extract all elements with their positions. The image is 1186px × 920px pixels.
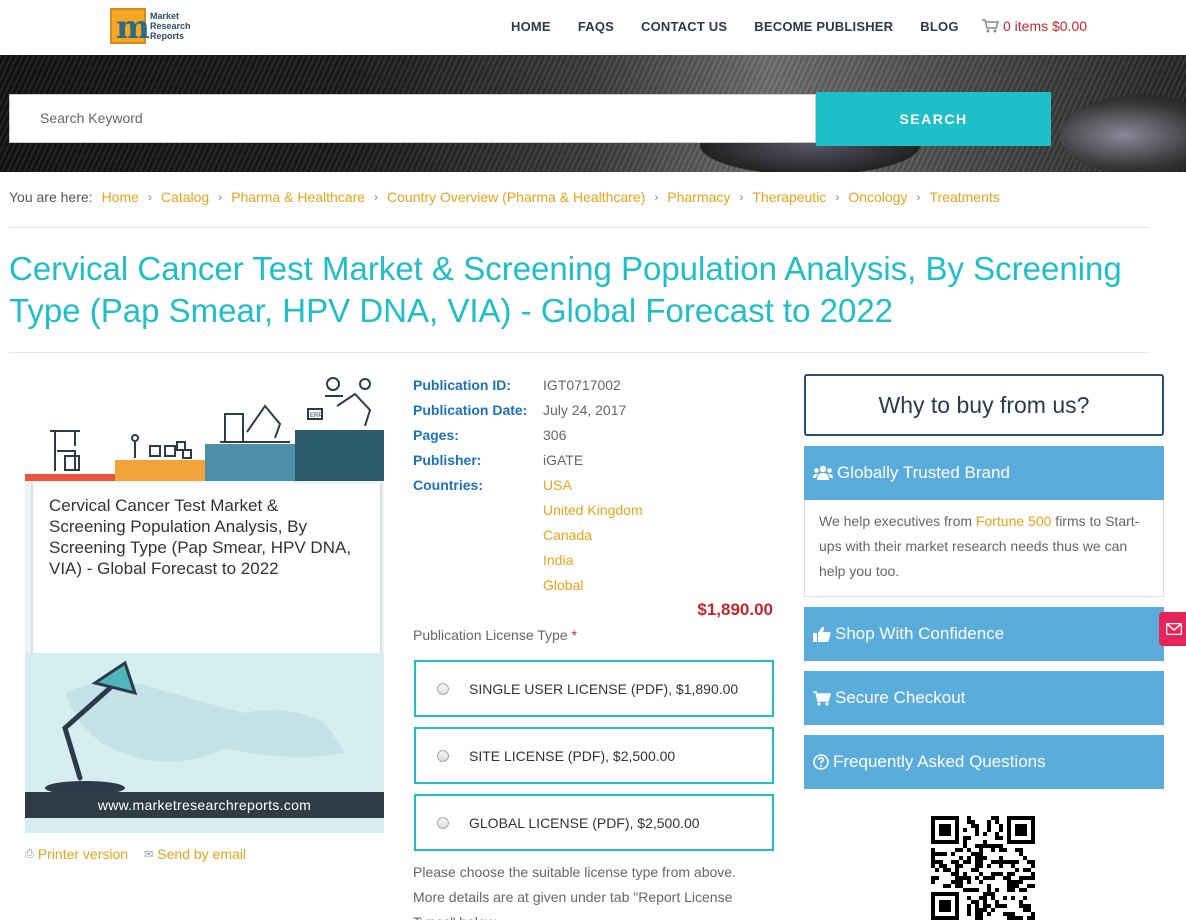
breadcrumb-country-overview[interactable]: Country Overview (Pharma & Healthcare) xyxy=(387,189,645,205)
faq-header[interactable]: Frequently Asked Questions xyxy=(804,735,1164,789)
publication-id: IGT0717002 xyxy=(543,377,621,393)
lamp-illustration xyxy=(45,660,345,795)
logo-text: Market Research Reports xyxy=(150,11,191,41)
cart-summary: 0 items $0.00 xyxy=(1003,18,1088,34)
cover-title-card: Cervical Cancer Test Market & Screening … xyxy=(31,483,382,653)
chevron-right-icon: › xyxy=(147,190,152,204)
envelope-icon xyxy=(1166,623,1182,635)
detail-row: Publication ID: IGT0717002 xyxy=(413,376,773,401)
cover-title: Cervical Cancer Test Market & Screening … xyxy=(49,496,352,578)
breadcrumb-pharmacy[interactable]: Pharmacy xyxy=(667,189,730,205)
chevron-right-icon: › xyxy=(835,190,840,204)
breadcrumb-treatments[interactable]: Treatments xyxy=(929,189,999,205)
country-link-uk[interactable]: United Kingdom xyxy=(543,501,643,526)
search-button[interactable]: SEARCH xyxy=(816,92,1051,146)
breadcrumb-home[interactable]: Home xyxy=(102,189,139,205)
breadcrumb-therapeutic[interactable]: Therapeutic xyxy=(752,189,826,205)
price: $1,890.00 xyxy=(697,600,773,619)
users-icon xyxy=(813,465,833,480)
email-icon: ✉ xyxy=(144,848,154,861)
detail-row: Countries: USA xyxy=(413,476,773,501)
cart-link[interactable]: 0 items $0.00 xyxy=(982,18,1087,34)
qr-code xyxy=(931,816,1037,920)
globally-trusted-brand-header: Globally Trusted Brand xyxy=(804,446,1164,500)
industry-illustration: ERP xyxy=(25,377,384,481)
breadcrumb: You are here: Home › Catalog › Pharma & He… xyxy=(9,189,1000,205)
cover-erp-label: ERP xyxy=(310,413,322,419)
radio-button[interactable] xyxy=(437,682,449,695)
breadcrumb-prefix: You are here: xyxy=(9,189,93,205)
chevron-right-icon: › xyxy=(218,190,223,204)
fortune-500-link[interactable]: Fortune 500 xyxy=(976,513,1052,529)
cart-icon xyxy=(813,690,831,706)
chevron-right-icon: › xyxy=(654,190,659,204)
site-logo[interactable]: m Market Research Reports xyxy=(110,8,192,46)
main-nav: HOME FAQS CONTACT US BECOME PUBLISHER BL… xyxy=(511,19,986,34)
country-link-usa[interactable]: USA xyxy=(543,476,572,501)
chevron-right-icon: › xyxy=(916,190,921,204)
thumbs-up-icon xyxy=(813,626,831,642)
printer-icon: ⎙ xyxy=(25,847,34,860)
report-actions: ⎙ Printer version ✉ Send by email xyxy=(25,846,246,862)
qr-code-graphic xyxy=(931,816,1035,920)
pages-count: 306 xyxy=(543,427,567,443)
question-circle-icon xyxy=(813,754,829,770)
country-link-india[interactable]: India xyxy=(543,551,573,576)
country-link-canada[interactable]: Canada xyxy=(543,526,592,551)
license-option-global[interactable]: GLOBAL LICENSE (PDF), $2,500.00 xyxy=(414,794,774,851)
nav-home[interactable]: HOME xyxy=(511,19,551,34)
contact-mail-tab[interactable] xyxy=(1159,612,1186,646)
why-buy-heading: Why to buy from us? xyxy=(804,374,1164,436)
detail-row: Pages: 306 xyxy=(413,426,773,451)
report-cover-image: ERP Cervical Cancer Test Market & Screen… xyxy=(25,376,384,833)
cart-icon xyxy=(982,19,999,33)
search-input[interactable]: Search Keyword xyxy=(9,94,816,143)
country-link-global[interactable]: Global xyxy=(543,576,583,601)
logo-mark: m xyxy=(110,8,150,46)
license-option-single-user[interactable]: SINGLE USER LICENSE (PDF), $1,890.00 xyxy=(414,660,774,717)
cover-top-illustration: ERP xyxy=(25,376,384,481)
nav-contact-us[interactable]: CONTACT US xyxy=(641,19,727,34)
publication-date: July 24, 2017 xyxy=(543,402,627,418)
breadcrumb-catalog[interactable]: Catalog xyxy=(161,189,209,205)
shop-with-confidence-header[interactable]: Shop With Confidence xyxy=(804,607,1164,661)
site-header: m Market Research Reports HOME FAQS CONT… xyxy=(0,0,1186,55)
detail-row: Publication Date: July 24, 2017 xyxy=(413,401,773,426)
radio-button[interactable] xyxy=(437,816,449,829)
send-by-email-link[interactable]: Send by email xyxy=(157,846,246,862)
breadcrumb-pharma[interactable]: Pharma & Healthcare xyxy=(231,189,365,205)
publication-details: Publication ID: IGT0717002 Publication Da… xyxy=(413,376,773,601)
divider xyxy=(9,352,1149,353)
chevron-right-icon: › xyxy=(374,190,379,204)
chevron-right-icon: › xyxy=(739,190,744,204)
page-title: Cervical Cancer Test Market & Screening … xyxy=(9,250,1122,329)
nav-blog[interactable]: BLOG xyxy=(920,19,958,34)
divider xyxy=(9,227,1149,228)
globally-trusted-brand-text: We help executives from Fortune 500 firm… xyxy=(804,500,1164,597)
nav-become-publisher[interactable]: BECOME PUBLISHER xyxy=(754,19,893,34)
license-type-label: Publication License Type * xyxy=(413,627,577,643)
printer-version-link[interactable]: Printer version xyxy=(38,846,128,862)
cover-website-url: www.marketresearchreports.com xyxy=(25,792,384,818)
publisher: iGATE xyxy=(543,452,584,468)
detail-row: Publisher: iGATE xyxy=(413,451,773,476)
nav-faqs[interactable]: FAQS xyxy=(578,19,614,34)
secure-checkout-header[interactable]: Secure Checkout xyxy=(804,671,1164,725)
radio-button[interactable] xyxy=(437,749,449,762)
license-note: Please choose the suitable license type … xyxy=(413,864,736,920)
breadcrumb-oncology[interactable]: Oncology xyxy=(848,189,907,205)
license-option-site[interactable]: SITE LICENSE (PDF), $2,500.00 xyxy=(414,727,774,784)
hero-banner: Search Keyword SEARCH xyxy=(0,55,1186,172)
